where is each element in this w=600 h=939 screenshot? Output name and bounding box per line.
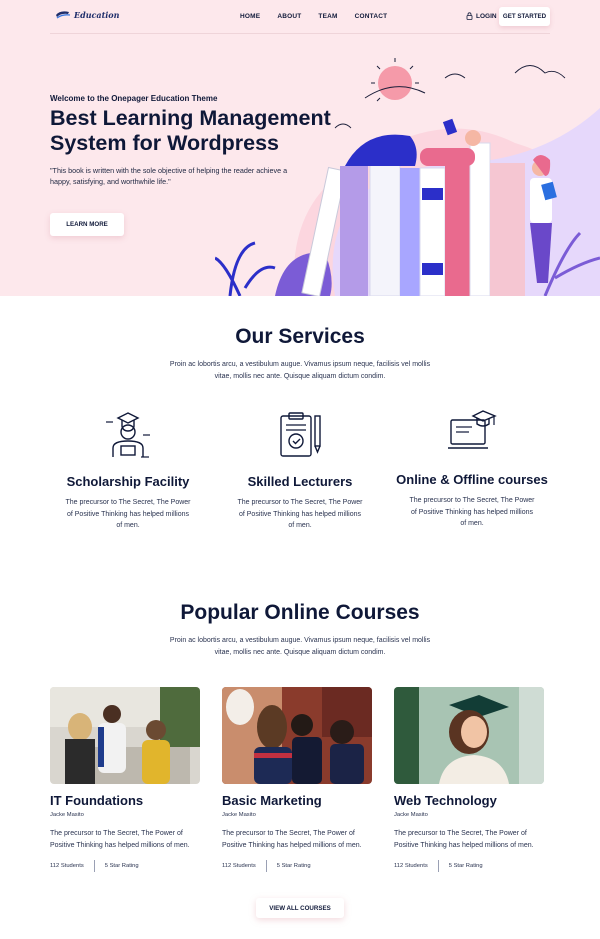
meta-divider: [93, 860, 95, 872]
clipboard-certificate-icon: [280, 412, 321, 457]
course-students: 112 Students: [222, 863, 256, 869]
service-card-lecturers: Skilled Lecturers The precursor to The S…: [215, 410, 385, 532]
service-desc: The precursor to The Secret, The Power o…: [409, 497, 535, 527]
nav-about[interactable]: ABOUT: [277, 13, 301, 20]
course-meta: 112 Students 5 Star Rating: [222, 860, 372, 872]
course-image-graduate-woman: [394, 687, 544, 784]
services-title: Our Services: [235, 325, 365, 348]
service-desc: The precursor to The Secret, The Power o…: [65, 499, 191, 529]
course-rating: 5 Star Rating: [276, 863, 311, 869]
cloud-icon: [444, 73, 466, 79]
book-3: [369, 157, 401, 296]
meta-divider: [437, 860, 439, 872]
hero-illustration: [215, 58, 600, 296]
course-title[interactable]: Web Technology: [394, 793, 544, 808]
course-students: 112 Students: [50, 863, 84, 869]
nav-team[interactable]: TEAM: [318, 13, 337, 20]
book-4: [400, 168, 420, 296]
nav-divider: [50, 33, 550, 34]
course-card-web-technology[interactable]: Web Technology Jacke Masito The precurso…: [394, 687, 544, 872]
get-started-button[interactable]: GET STARTED: [499, 7, 550, 26]
figure-lying: [345, 134, 417, 166]
course-author: Jacke Masito: [394, 812, 428, 818]
book-2: [340, 166, 368, 296]
course-meta: 112 Students 5 Star Rating: [394, 860, 544, 872]
course-author: Jacke Masito: [222, 812, 256, 818]
course-card-it-foundations[interactable]: IT Foundations Jacke Masito The precurso…: [50, 687, 200, 872]
book-5: [419, 167, 446, 296]
book-logo-icon: [56, 11, 71, 19]
meta-divider: [265, 860, 267, 872]
login-label: LOGIN: [476, 12, 497, 20]
nav-home[interactable]: HOME: [240, 13, 260, 20]
book-7: [469, 142, 491, 296]
course-author: Jacke Masito: [50, 812, 84, 818]
course-image-students: [50, 687, 200, 784]
plant-left: [215, 241, 276, 296]
services-subtitle: Proin ac lobortis arcu, a vestibulum aug…: [169, 361, 431, 380]
laptop-graduation-icon: [448, 410, 497, 449]
course-rating: 5 Star Rating: [104, 863, 139, 869]
graduate-icon: [106, 412, 150, 458]
service-desc: The precursor to The Secret, The Power o…: [237, 499, 363, 529]
view-all-courses-button[interactable]: VIEW ALL COURSES: [256, 898, 344, 918]
book-6: [445, 160, 470, 296]
nav-menu: HOME ABOUT TEAM CONTACT: [240, 13, 387, 20]
course-card-basic-marketing[interactable]: Basic Marketing Jacke Masito The precurs…: [222, 687, 372, 872]
service-title: Scholarship Facility: [66, 474, 190, 489]
sun-icon: [378, 66, 412, 100]
courses-subtitle: Proin ac lobortis arcu, a vestibulum aug…: [169, 637, 431, 656]
learn-more-button[interactable]: LEARN MORE: [50, 213, 124, 236]
course-title[interactable]: Basic Marketing: [222, 793, 372, 808]
course-rating: 5 Star Rating: [448, 863, 483, 869]
hero-welcome-text: Welcome to the Onepager Education Theme: [50, 94, 218, 103]
nav-contact[interactable]: CONTACT: [355, 13, 388, 20]
lock-icon: [466, 12, 473, 20]
service-card-scholarship: Scholarship Facility The precursor to Th…: [43, 410, 213, 532]
course-desc: The precursor to The Secret, The Power o…: [50, 830, 190, 849]
course-meta: 112 Students 5 Star Rating: [50, 860, 200, 872]
courses-title: Popular Online Courses: [180, 601, 420, 624]
service-title: Skilled Lecturers: [247, 474, 353, 489]
service-card-online-offline: Online & Offline courses The precursor t…: [387, 408, 557, 530]
course-desc: The precursor to The Secret, The Power o…: [394, 830, 534, 849]
brand-name: Education: [74, 10, 120, 20]
course-desc: The precursor to The Secret, The Power o…: [222, 830, 362, 849]
book-8: [490, 163, 525, 296]
course-image-graduates: [222, 687, 372, 784]
bird-icon: [334, 123, 352, 129]
top-navbar: Education HOME ABOUT TEAM CONTACT LOGIN …: [0, 0, 600, 34]
hero-section: Education HOME ABOUT TEAM CONTACT LOGIN …: [0, 0, 600, 296]
course-students: 112 Students: [394, 863, 428, 869]
cloud-icon: [514, 65, 566, 79]
service-title: Online & Offline courses: [396, 472, 548, 487]
login-link[interactable]: LOGIN: [466, 12, 497, 20]
course-title[interactable]: IT Foundations: [50, 793, 200, 808]
brand-logo[interactable]: Education: [55, 9, 119, 21]
